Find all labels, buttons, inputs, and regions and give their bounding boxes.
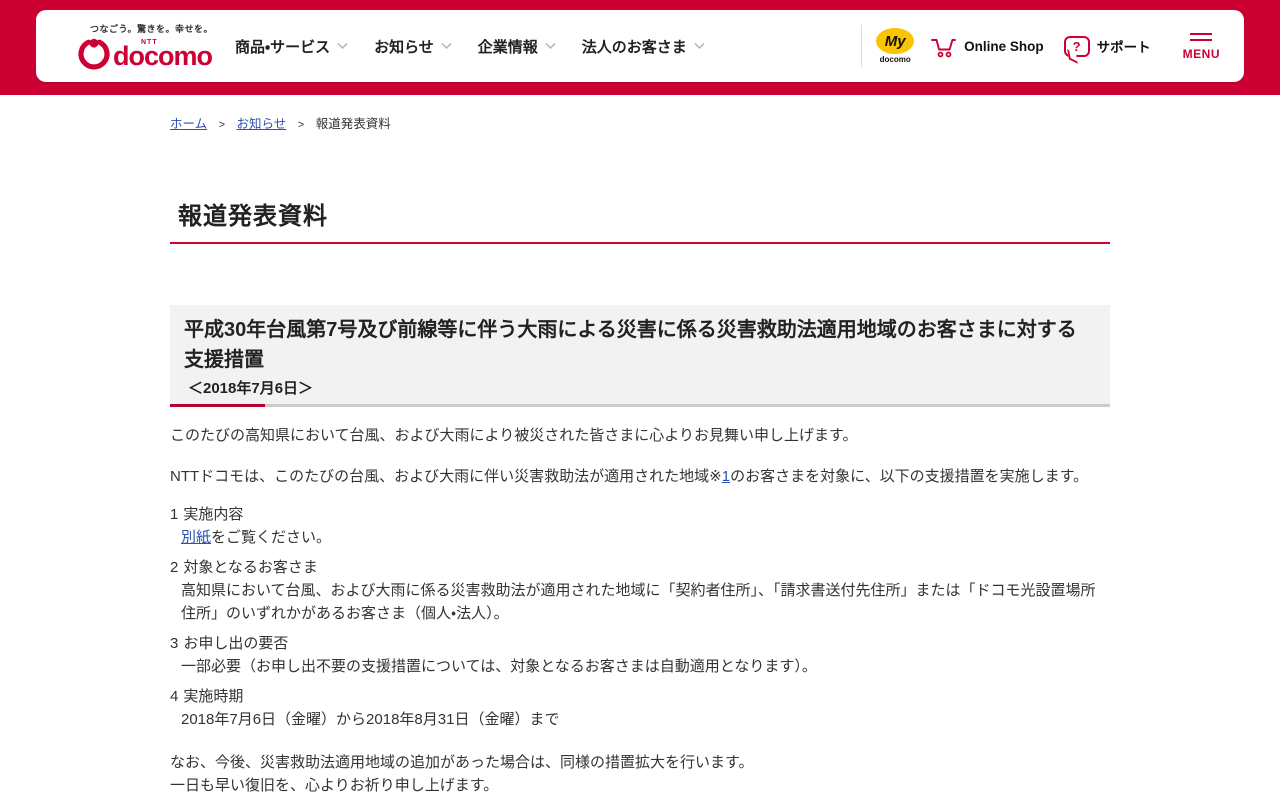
nav-item-business[interactable]: 法人のお客さま: [582, 36, 705, 57]
list-item-body: 高知県において台風、および大雨に係る災害救助法が適用された地域に「契約者住所」、…: [181, 582, 1096, 622]
list-item-body: 一部必要（お申し出不要の支援措置については、対象となるお客さまは自動適用となりま…: [181, 658, 817, 675]
chevron-down-icon: [694, 42, 705, 50]
nav-item-label: お知らせ: [374, 38, 434, 56]
closing-paragraph-1: なお、今後、災害救助法適用地域の追加があった場合は、同様の措置拡大を行います。: [170, 754, 754, 771]
list-item-title: 4 実施時期: [170, 685, 1110, 708]
chevron-down-icon: [545, 42, 556, 50]
list-item-number: 3: [170, 635, 179, 652]
list-item-title: 1 実施内容: [170, 503, 1110, 526]
attachment-link[interactable]: 別紙: [181, 529, 211, 546]
nav-item-label: 商品・サービス: [234, 38, 331, 56]
docomo-logo[interactable]: つなごう。驚きを。幸せを。 NTT docomo: [78, 22, 213, 70]
chevron-down-icon: [441, 42, 452, 50]
breadcrumb-news-link[interactable]: お知らせ: [237, 117, 287, 131]
header-card: つなごう。驚きを。幸せを。 NTT docomo 商品・サービス お知らせ 企業…: [36, 10, 1244, 82]
cart-icon: [931, 38, 957, 57]
closing-paragraph-2: 一日も早い復旧を、心よりお祈り申し上げます。: [170, 777, 499, 794]
logo-word: docomo: [113, 41, 213, 71]
paragraph-measures-pre: NTTドコモは、このたびの台風、および大雨に伴い災害救助法が適用された地域※: [170, 468, 722, 485]
article-heading: 平成30年台風第7号及び前線等に伴う大雨による災害に係る災害救助法適用地域のお客…: [184, 319, 1077, 371]
breadcrumb-current: 報道発表資料: [315, 117, 391, 131]
list-item-number: 2: [170, 559, 179, 576]
article-date: ＜2018年7月6日＞: [188, 380, 314, 397]
list-item-text: をご覧ください。: [211, 529, 332, 546]
list-item-heading: 実施内容: [183, 506, 244, 523]
brand-tagline: つなごう。驚きを。幸せを。: [90, 24, 213, 34]
breadcrumb-separator: >: [218, 119, 226, 131]
support-button[interactable]: ? サポート: [1063, 35, 1151, 57]
list-item-heading: 実施時期: [183, 688, 244, 705]
paragraph-sympathy: このたびの高知県において台風、および大雨により被災された皆さまに心よりお見舞い申…: [170, 427, 858, 444]
list-item-number: 1: [170, 506, 179, 523]
site-header: つなごう。驚きを。幸せを。 NTT docomo 商品・サービス お知らせ 企業…: [0, 0, 1280, 95]
breadcrumb-home-link[interactable]: ホーム: [170, 117, 207, 131]
menu-button[interactable]: MENU: [1183, 31, 1220, 61]
nav-item-products[interactable]: 商品・サービス: [235, 36, 348, 57]
nav-item-label: 法人のお客さま: [581, 38, 687, 56]
list-item-title: 3 お申し出の要否: [170, 632, 1110, 655]
measures-list: 1 実施内容 別紙をご覧ください。 2 対象となるお客さま 高知県において台風、およ…: [170, 503, 1110, 731]
footnote-1-link[interactable]: 1: [722, 468, 730, 485]
docomo-logo-icon: [78, 38, 110, 70]
list-item-number: 4: [170, 688, 179, 705]
my-docomo-button[interactable]: My docomo: [876, 28, 915, 64]
list-item-body: 2018年7月6日（金曜）から2018年8月31日（金曜）まで: [181, 711, 560, 728]
online-shop-label: Online Shop: [964, 38, 1044, 54]
paragraph-measures-post: のお客さまを対象に、以下の支援措置を実施します。: [730, 468, 1089, 485]
chevron-down-icon: [337, 42, 348, 50]
nav-item-label: 企業情報: [477, 38, 538, 56]
main-nav: 商品・サービス お知らせ 企業情報 法人のお客さま: [235, 36, 705, 57]
logo-ntt-text: NTT: [141, 39, 158, 46]
question-bubble-icon: ?: [1063, 35, 1090, 57]
nav-item-corporate[interactable]: 企業情報: [478, 36, 556, 57]
list-item-heading: 対象となるお客さま: [183, 559, 318, 576]
main-content: 報道発表資料 平成30年台風第7号及び前線等に伴う大雨による災害に係る災害救助法…: [170, 196, 1110, 800]
support-label: サポート: [1096, 40, 1151, 55]
page-title: 報道発表資料: [170, 196, 1110, 244]
header-divider: [861, 25, 863, 67]
paragraph-measures: NTTドコモは、このたびの台風、および大雨に伴い災害救助法が適用された地域※1の…: [170, 465, 1110, 488]
hamburger-icon: [1190, 39, 1213, 41]
hamburger-icon: [1190, 33, 1213, 35]
header-utilities: My docomo Online Shop ? サポート MENU: [861, 25, 1220, 67]
menu-label: MENU: [1182, 47, 1220, 61]
list-item-heading: お申し出の要否: [183, 635, 289, 652]
my-docomo-sub-label: docomo: [879, 55, 911, 64]
my-docomo-icon: My: [876, 28, 915, 54]
breadcrumb: ホーム > お知らせ > 報道発表資料: [170, 113, 1280, 132]
list-item-body: 別紙をご覧ください。: [181, 526, 1110, 549]
online-shop-button[interactable]: Online Shop: [930, 34, 1044, 59]
list-item-title: 2 対象となるお客さま: [170, 556, 1110, 579]
article-heading-box: 平成30年台風第7号及び前線等に伴う大雨による災害に係る災害救助法適用地域のお客…: [170, 305, 1110, 407]
breadcrumb-separator: >: [297, 119, 305, 131]
nav-item-news[interactable]: お知らせ: [374, 36, 452, 57]
